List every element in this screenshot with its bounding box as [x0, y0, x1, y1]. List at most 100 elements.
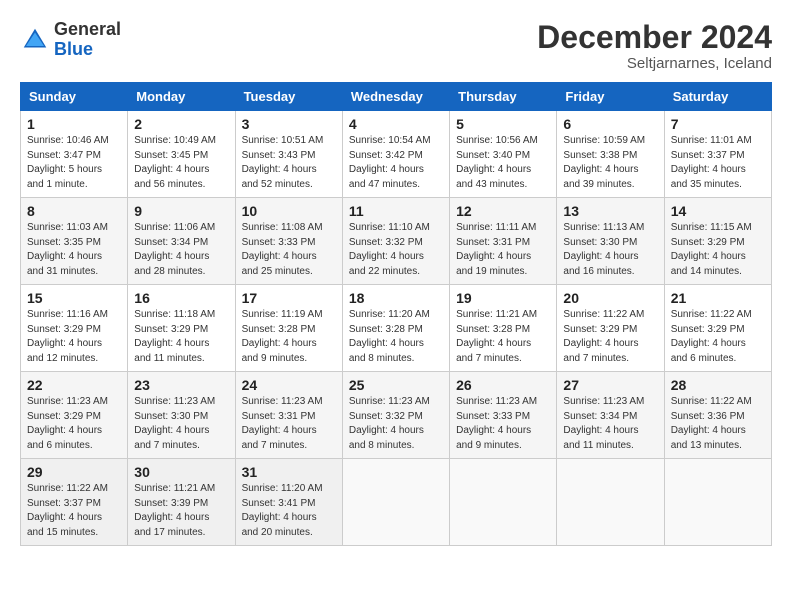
day-info: Sunrise: 11:08 AM Sunset: 3:33 PM Daylig… — [242, 221, 336, 279]
day-number: 27 — [563, 377, 657, 393]
logo: General Blue — [20, 20, 121, 60]
day-info: Sunrise: 11:15 AM Sunset: 3:29 PM Daylig… — [671, 221, 765, 279]
day-number: 8 — [27, 203, 121, 219]
calendar-cell: 11 Sunrise: 11:10 AM Sunset: 3:32 PM Day… — [342, 198, 449, 285]
day-number: 9 — [134, 203, 228, 219]
header-sunday: Sunday — [21, 83, 128, 111]
day-info: Sunrise: 11:23 AM Sunset: 3:29 PM Daylig… — [27, 395, 121, 453]
day-info: Sunrise: 11:19 AM Sunset: 3:28 PM Daylig… — [242, 308, 336, 366]
calendar-cell: 4 Sunrise: 10:54 AM Sunset: 3:42 PM Dayl… — [342, 111, 449, 198]
day-number: 24 — [242, 377, 336, 393]
logo-general: General — [54, 20, 121, 40]
calendar-cell: 10 Sunrise: 11:08 AM Sunset: 3:33 PM Day… — [235, 198, 342, 285]
day-number: 21 — [671, 290, 765, 306]
calendar-cell: 31 Sunrise: 11:20 AM Sunset: 3:41 PM Day… — [235, 459, 342, 546]
day-number: 29 — [27, 464, 121, 480]
day-info: Sunrise: 10:51 AM Sunset: 3:43 PM Daylig… — [242, 134, 336, 192]
calendar-cell — [450, 459, 557, 546]
day-info: Sunrise: 11:22 AM Sunset: 3:29 PM Daylig… — [563, 308, 657, 366]
day-number: 14 — [671, 203, 765, 219]
calendar-cell: 28 Sunrise: 11:22 AM Sunset: 3:36 PM Day… — [664, 372, 771, 459]
calendar-cell: 17 Sunrise: 11:19 AM Sunset: 3:28 PM Day… — [235, 285, 342, 372]
day-number: 10 — [242, 203, 336, 219]
calendar-cell: 6 Sunrise: 10:59 AM Sunset: 3:38 PM Dayl… — [557, 111, 664, 198]
day-info: Sunrise: 11:22 AM Sunset: 3:37 PM Daylig… — [27, 482, 121, 540]
day-info: Sunrise: 11:11 AM Sunset: 3:31 PM Daylig… — [456, 221, 550, 279]
day-info: Sunrise: 10:46 AM Sunset: 3:47 PM Daylig… — [27, 134, 121, 192]
day-number: 6 — [563, 116, 657, 132]
day-number: 30 — [134, 464, 228, 480]
day-number: 23 — [134, 377, 228, 393]
day-info: Sunrise: 11:22 AM Sunset: 3:29 PM Daylig… — [671, 308, 765, 366]
day-info: Sunrise: 10:49 AM Sunset: 3:45 PM Daylig… — [134, 134, 228, 192]
calendar-cell: 18 Sunrise: 11:20 AM Sunset: 3:28 PM Day… — [342, 285, 449, 372]
day-info: Sunrise: 11:10 AM Sunset: 3:32 PM Daylig… — [349, 221, 443, 279]
calendar-cell: 13 Sunrise: 11:13 AM Sunset: 3:30 PM Day… — [557, 198, 664, 285]
page-container: General Blue December 2024 Seltjarnarnes… — [20, 20, 772, 546]
calendar-cell: 22 Sunrise: 11:23 AM Sunset: 3:29 PM Day… — [21, 372, 128, 459]
calendar-cell: 5 Sunrise: 10:56 AM Sunset: 3:40 PM Dayl… — [450, 111, 557, 198]
day-number: 18 — [349, 290, 443, 306]
header: General Blue December 2024 Seltjarnarnes… — [20, 20, 772, 72]
calendar-cell: 20 Sunrise: 11:22 AM Sunset: 3:29 PM Day… — [557, 285, 664, 372]
day-number: 26 — [456, 377, 550, 393]
day-number: 28 — [671, 377, 765, 393]
calendar-cell: 27 Sunrise: 11:23 AM Sunset: 3:34 PM Day… — [557, 372, 664, 459]
calendar-cell: 14 Sunrise: 11:15 AM Sunset: 3:29 PM Day… — [664, 198, 771, 285]
day-info: Sunrise: 11:16 AM Sunset: 3:29 PM Daylig… — [27, 308, 121, 366]
month-title: December 2024 — [537, 20, 772, 55]
logo-blue: Blue — [54, 40, 121, 60]
weekday-header-row: Sunday Monday Tuesday Wednesday Thursday… — [21, 83, 772, 111]
day-number: 5 — [456, 116, 550, 132]
day-info: Sunrise: 11:23 AM Sunset: 3:34 PM Daylig… — [563, 395, 657, 453]
day-info: Sunrise: 10:54 AM Sunset: 3:42 PM Daylig… — [349, 134, 443, 192]
day-info: Sunrise: 10:56 AM Sunset: 3:40 PM Daylig… — [456, 134, 550, 192]
title-section: December 2024 Seltjarnarnes, Iceland — [537, 20, 772, 72]
calendar-cell: 25 Sunrise: 11:23 AM Sunset: 3:32 PM Day… — [342, 372, 449, 459]
logo-icon — [20, 25, 50, 55]
day-info: Sunrise: 11:22 AM Sunset: 3:36 PM Daylig… — [671, 395, 765, 453]
header-wednesday: Wednesday — [342, 83, 449, 111]
calendar-cell: 9 Sunrise: 11:06 AM Sunset: 3:34 PM Dayl… — [128, 198, 235, 285]
calendar-cell: 19 Sunrise: 11:21 AM Sunset: 3:28 PM Day… — [450, 285, 557, 372]
day-number: 22 — [27, 377, 121, 393]
day-info: Sunrise: 11:23 AM Sunset: 3:30 PM Daylig… — [134, 395, 228, 453]
calendar-cell — [342, 459, 449, 546]
day-number: 31 — [242, 464, 336, 480]
header-tuesday: Tuesday — [235, 83, 342, 111]
day-info: Sunrise: 10:59 AM Sunset: 3:38 PM Daylig… — [563, 134, 657, 192]
calendar-cell: 26 Sunrise: 11:23 AM Sunset: 3:33 PM Day… — [450, 372, 557, 459]
calendar-cell: 1 Sunrise: 10:46 AM Sunset: 3:47 PM Dayl… — [21, 111, 128, 198]
calendar-cell: 3 Sunrise: 10:51 AM Sunset: 3:43 PM Dayl… — [235, 111, 342, 198]
day-info: Sunrise: 11:20 AM Sunset: 3:41 PM Daylig… — [242, 482, 336, 540]
day-number: 13 — [563, 203, 657, 219]
calendar: Sunday Monday Tuesday Wednesday Thursday… — [20, 82, 772, 546]
day-info: Sunrise: 11:23 AM Sunset: 3:32 PM Daylig… — [349, 395, 443, 453]
day-info: Sunrise: 11:21 AM Sunset: 3:28 PM Daylig… — [456, 308, 550, 366]
day-info: Sunrise: 11:18 AM Sunset: 3:29 PM Daylig… — [134, 308, 228, 366]
day-info: Sunrise: 11:01 AM Sunset: 3:37 PM Daylig… — [671, 134, 765, 192]
header-friday: Friday — [557, 83, 664, 111]
day-number: 16 — [134, 290, 228, 306]
day-number: 15 — [27, 290, 121, 306]
location: Seltjarnarnes, Iceland — [537, 55, 772, 72]
day-info: Sunrise: 11:23 AM Sunset: 3:31 PM Daylig… — [242, 395, 336, 453]
calendar-cell: 15 Sunrise: 11:16 AM Sunset: 3:29 PM Day… — [21, 285, 128, 372]
day-info: Sunrise: 11:06 AM Sunset: 3:34 PM Daylig… — [134, 221, 228, 279]
header-monday: Monday — [128, 83, 235, 111]
header-saturday: Saturday — [664, 83, 771, 111]
calendar-cell: 12 Sunrise: 11:11 AM Sunset: 3:31 PM Day… — [450, 198, 557, 285]
calendar-cell — [557, 459, 664, 546]
calendar-cell: 8 Sunrise: 11:03 AM Sunset: 3:35 PM Dayl… — [21, 198, 128, 285]
calendar-cell: 30 Sunrise: 11:21 AM Sunset: 3:39 PM Day… — [128, 459, 235, 546]
day-number: 12 — [456, 203, 550, 219]
day-info: Sunrise: 11:13 AM Sunset: 3:30 PM Daylig… — [563, 221, 657, 279]
calendar-cell: 24 Sunrise: 11:23 AM Sunset: 3:31 PM Day… — [235, 372, 342, 459]
calendar-cell: 21 Sunrise: 11:22 AM Sunset: 3:29 PM Day… — [664, 285, 771, 372]
header-thursday: Thursday — [450, 83, 557, 111]
day-number: 19 — [456, 290, 550, 306]
calendar-cell: 16 Sunrise: 11:18 AM Sunset: 3:29 PM Day… — [128, 285, 235, 372]
day-number: 20 — [563, 290, 657, 306]
day-number: 7 — [671, 116, 765, 132]
calendar-cell: 2 Sunrise: 10:49 AM Sunset: 3:45 PM Dayl… — [128, 111, 235, 198]
